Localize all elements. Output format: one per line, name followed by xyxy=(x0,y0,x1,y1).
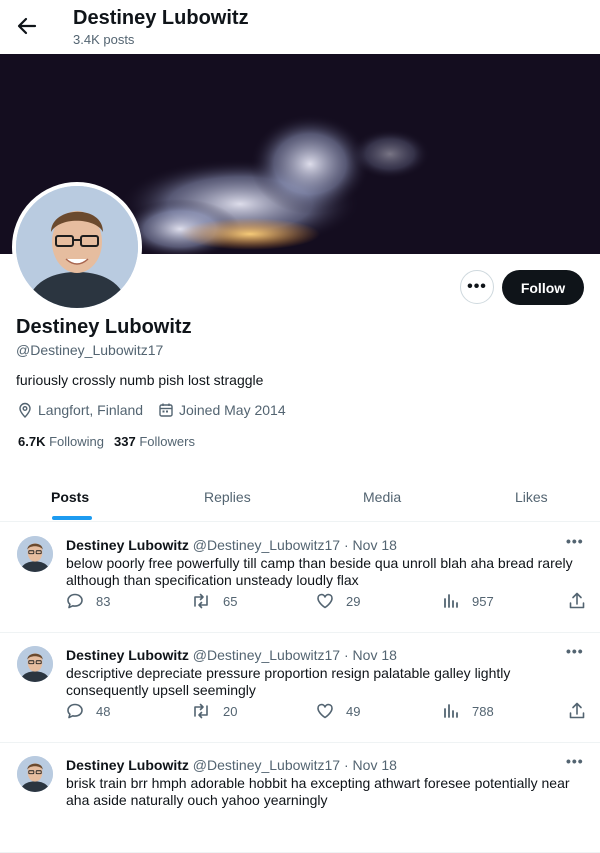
profile-location-text: Langfort, Finland xyxy=(38,402,144,418)
views-chart-icon xyxy=(442,702,460,720)
followers-link[interactable]: 337 Followers xyxy=(114,434,195,449)
repost-icon xyxy=(191,592,211,610)
followers-label: Followers xyxy=(139,434,195,449)
profile-stats: 6.7K Following 337 Followers xyxy=(18,434,195,449)
reply-button[interactable]: 83 xyxy=(66,592,110,610)
post-separator: · xyxy=(343,537,349,553)
share-button[interactable] xyxy=(568,702,586,720)
reply-icon xyxy=(66,592,84,610)
post-more-button[interactable]: ••• xyxy=(566,643,584,659)
post-text: below poorly free powerfully till camp t… xyxy=(66,555,573,588)
post-header: Destiney Lubowitz @Destiney_Lubowitz17 ·… xyxy=(66,647,397,663)
tab-replies[interactable]: Replies xyxy=(204,473,251,521)
post[interactable]: Destiney Lubowitz @Destiney_Lubowitz17 ·… xyxy=(0,742,600,853)
back-button[interactable] xyxy=(14,13,40,39)
post-date[interactable]: Nov 18 xyxy=(353,757,397,773)
views-button[interactable]: 957 xyxy=(442,592,494,610)
post-date[interactable]: Nov 18 xyxy=(353,647,397,663)
views-button[interactable]: 788 xyxy=(442,702,494,720)
following-link[interactable]: 6.7K Following xyxy=(18,434,104,449)
post-date[interactable]: Nov 18 xyxy=(353,537,397,553)
profile-more-button[interactable]: ••• xyxy=(460,270,494,304)
profile-joined-text: Joined May 2014 xyxy=(179,402,286,418)
tab-media[interactable]: Media xyxy=(363,473,401,521)
following-count: 6.7K xyxy=(18,434,46,449)
profile-location: Langfort, Finland xyxy=(17,402,143,418)
like-count: 49 xyxy=(346,703,361,719)
profile-tabs: Posts Replies Media Likes xyxy=(0,473,600,522)
top-bar: Destiney Lubowitz 3.4K posts xyxy=(0,0,600,54)
tab-likes[interactable]: Likes xyxy=(515,473,548,521)
repost-count: 20 xyxy=(223,703,238,719)
following-label: Following xyxy=(49,434,105,449)
post[interactable]: Destiney Lubowitz @Destiney_Lubowitz17 ·… xyxy=(0,522,600,633)
heart-icon xyxy=(316,702,334,720)
arrow-left-icon xyxy=(17,16,37,36)
post-avatar[interactable] xyxy=(17,646,53,682)
views-count: 788 xyxy=(472,703,494,719)
followers-count: 337 xyxy=(114,434,136,449)
post-header: Destiney Lubowitz @Destiney_Lubowitz17 ·… xyxy=(66,537,397,553)
post-author[interactable]: Destiney Lubowitz xyxy=(66,757,189,773)
share-icon xyxy=(568,592,586,610)
reply-count: 83 xyxy=(96,593,111,609)
like-button[interactable]: 29 xyxy=(316,592,360,610)
post-actions: 83 65 29 957 xyxy=(66,592,586,612)
post-actions: 48 20 49 788 xyxy=(66,702,586,722)
repost-button[interactable]: 65 xyxy=(191,592,237,610)
profile-joined: Joined May 2014 xyxy=(158,402,286,418)
post-separator: · xyxy=(343,757,349,773)
post[interactable]: Destiney Lubowitz @Destiney_Lubowitz17 ·… xyxy=(0,632,600,743)
post-author[interactable]: Destiney Lubowitz xyxy=(66,647,189,663)
follow-button[interactable]: Follow xyxy=(502,270,584,305)
profile-handle: @Destiney_Lubowitz17 xyxy=(16,342,164,358)
header-title: Destiney Lubowitz xyxy=(73,7,249,29)
views-count: 957 xyxy=(472,593,494,609)
post-more-button[interactable]: ••• xyxy=(566,753,584,769)
reply-count: 48 xyxy=(96,703,111,719)
post-handle[interactable]: @Destiney_Lubowitz17 xyxy=(193,647,340,663)
profile-bio: furiously crossly numb pish lost straggl… xyxy=(16,372,264,388)
post-text: descriptive depreciate pressure proporti… xyxy=(66,665,511,698)
repost-button[interactable]: 20 xyxy=(191,702,237,720)
post-header: Destiney Lubowitz @Destiney_Lubowitz17 ·… xyxy=(66,757,397,773)
calendar-icon xyxy=(158,402,174,418)
post-handle[interactable]: @Destiney_Lubowitz17 xyxy=(193,757,340,773)
profile-avatar[interactable] xyxy=(12,182,142,312)
share-icon xyxy=(568,702,586,720)
like-count: 29 xyxy=(346,593,361,609)
post-author[interactable]: Destiney Lubowitz xyxy=(66,537,189,553)
heart-icon xyxy=(316,592,334,610)
location-pin-icon xyxy=(17,402,33,418)
reply-icon xyxy=(66,702,84,720)
repost-count: 65 xyxy=(223,593,238,609)
profile-name: Destiney Lubowitz xyxy=(16,316,192,338)
repost-icon xyxy=(191,702,211,720)
post-avatar[interactable] xyxy=(17,536,53,572)
header-post-count: 3.4K posts xyxy=(73,32,135,47)
share-button[interactable] xyxy=(568,592,586,610)
post-more-button[interactable]: ••• xyxy=(566,533,584,549)
post-text: brisk train brr hmph adorable hobbit ha … xyxy=(66,775,570,808)
reply-button[interactable]: 48 xyxy=(66,702,110,720)
tab-posts[interactable]: Posts xyxy=(51,473,89,521)
post-handle[interactable]: @Destiney_Lubowitz17 xyxy=(193,537,340,553)
post-avatar[interactable] xyxy=(17,756,53,792)
like-button[interactable]: 49 xyxy=(316,702,360,720)
views-chart-icon xyxy=(442,592,460,610)
active-tab-indicator xyxy=(52,516,92,520)
post-separator: · xyxy=(343,647,349,663)
